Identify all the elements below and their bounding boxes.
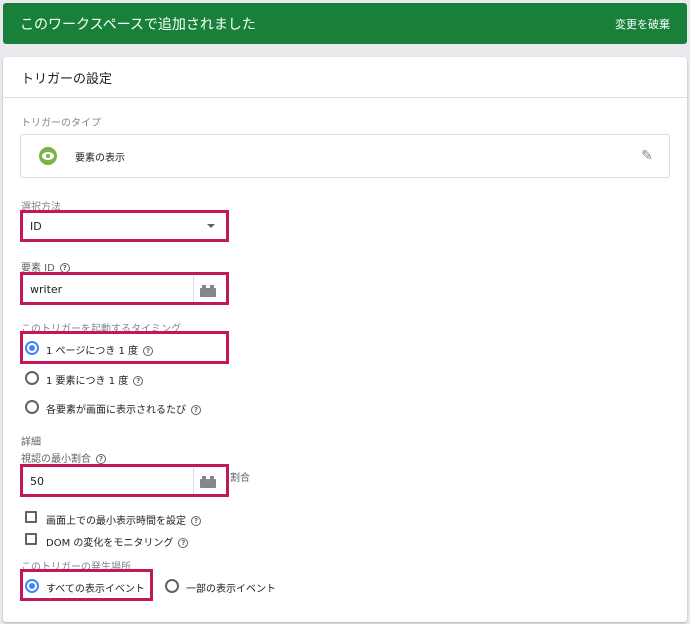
radio-once-per-page[interactable] <box>25 341 39 355</box>
trigger-config-card: トリガーの設定 トリガーのタイプ 要素の表示 ✎ 選択方法 ID 要素 ID? … <box>3 57 687 622</box>
card-title: トリガーの設定 <box>3 57 687 98</box>
details-label: 詳細 <box>21 437 41 448</box>
help-icon[interactable]: ? <box>96 454 106 464</box>
option-once-per-page[interactable]: 1 ページにつき 1 度? <box>46 342 154 357</box>
min-ratio-suffix: 割合 <box>230 473 250 484</box>
highlight-box <box>20 464 229 497</box>
help-icon[interactable]: ? <box>191 405 201 415</box>
option-dom-monitor[interactable]: DOM の変化をモニタリング? <box>46 534 189 549</box>
trigger-type-value: 要素の表示 <box>75 152 125 164</box>
help-icon[interactable]: ? <box>178 538 189 548</box>
option-all-events[interactable]: すべての表示イベント <box>46 580 145 595</box>
option-once-per-element[interactable]: 1 要素につき 1 度? <box>46 372 144 387</box>
option-every-time[interactable]: 各要素が画面に表示されるたび? <box>46 401 201 416</box>
help-icon[interactable]: ? <box>133 376 144 386</box>
discard-changes-button[interactable]: 変更を破棄 <box>615 16 670 32</box>
eye-icon <box>39 147 57 165</box>
trigger-type-box[interactable]: 要素の表示 ✎ <box>20 134 670 178</box>
highlight-box <box>20 210 229 242</box>
radio-once-per-element[interactable] <box>25 371 39 385</box>
min-ratio-label: 視認の最小割合? <box>21 450 106 465</box>
option-min-time[interactable]: 画面上での最小表示時間を設定? <box>46 512 201 527</box>
checkbox-dom-monitor[interactable] <box>25 533 37 545</box>
highlight-box <box>20 272 229 305</box>
radio-some-events[interactable] <box>165 579 179 593</box>
radio-every-time[interactable] <box>25 400 39 414</box>
trigger-type-label: トリガーのタイプ <box>21 118 101 129</box>
banner-title: このワークスペースで追加されました <box>20 16 256 33</box>
pencil-icon[interactable]: ✎ <box>639 148 655 164</box>
workspace-banner: このワークスペースで追加されました 変更を破棄 <box>3 3 687 44</box>
help-icon[interactable]: ? <box>191 516 201 526</box>
checkbox-min-time[interactable] <box>25 511 37 523</box>
help-icon[interactable]: ? <box>143 346 154 356</box>
radio-all-events[interactable] <box>25 579 39 593</box>
option-some-events[interactable]: 一部の表示イベント <box>186 580 276 595</box>
